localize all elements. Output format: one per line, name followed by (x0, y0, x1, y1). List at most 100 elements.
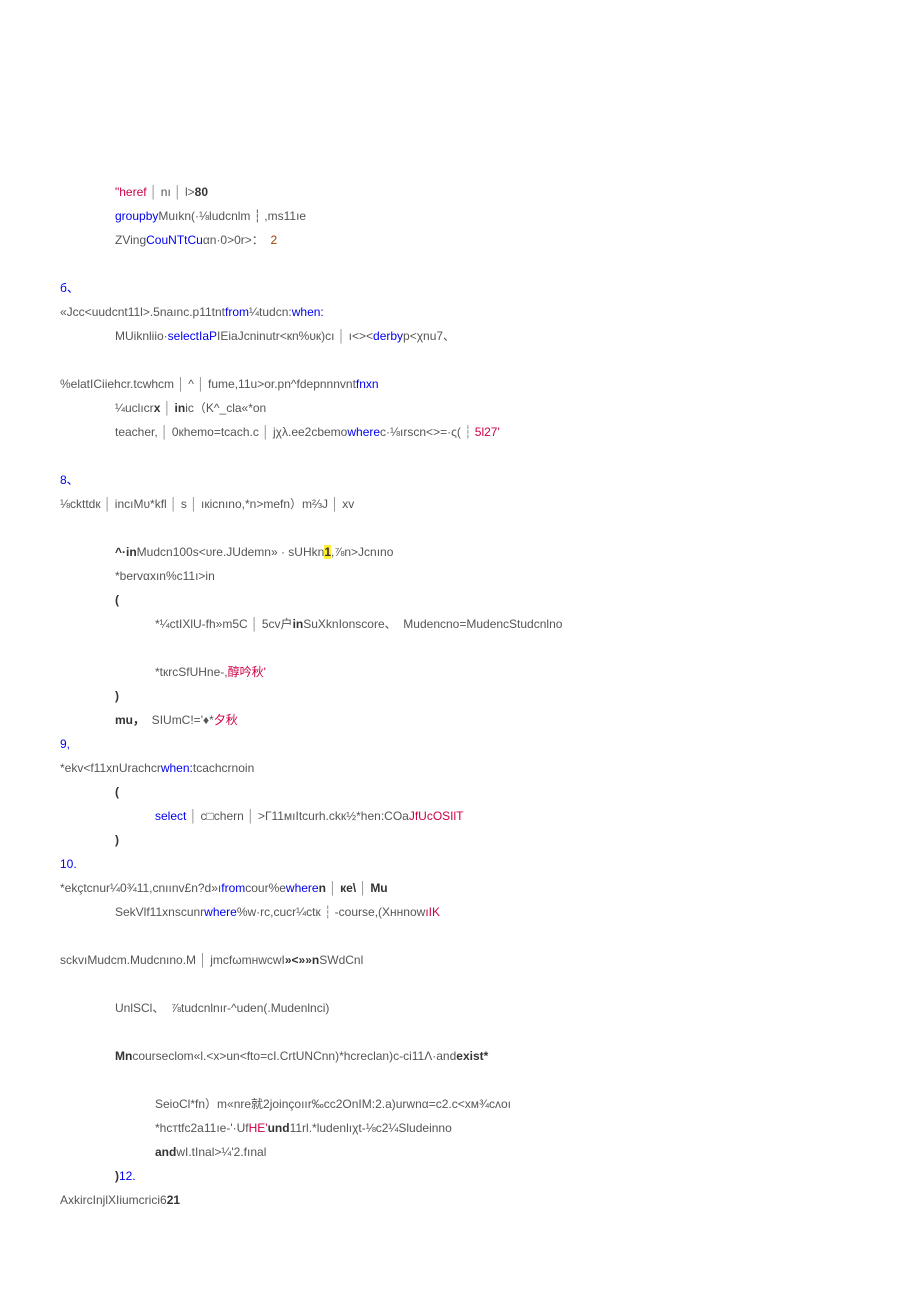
code-line: SekVlf11xnscunrwhere%w·rc,cucr¼ctк ┆ -co… (60, 900, 860, 924)
code-frag: HE' (249, 1121, 268, 1135)
code-line: ( (60, 780, 860, 804)
code-line: 10. (60, 852, 860, 876)
code-frag: 0кhemo=tcach.c (172, 425, 259, 439)
code-line (60, 252, 860, 276)
code-frag: *hcтtfc2a11ıe-'·Uf (155, 1121, 249, 1135)
code-line (60, 444, 860, 468)
code-frag: ıкicnıno,*n>mefn）m⅔J (201, 497, 328, 511)
code-frag: *ekv<f11xn (60, 761, 119, 775)
code-frag: uudcnt11l>.5naınc.p11tnt (92, 305, 225, 319)
code-frag: %elat (60, 377, 90, 391)
code-line: SeioCl*fn）m«nre就2joinçoıır‰cc2OnIM:2.a)u… (60, 1092, 860, 1116)
code-frag: courseclom«l.<x>un<fto=cI.CrtUNCnn)*hcre… (132, 1049, 456, 1063)
code-frag: *berv (115, 569, 143, 583)
code-frag: und (268, 1121, 290, 1135)
code-frag (60, 257, 63, 271)
code-frag: and (155, 1145, 176, 1159)
code-frag: wI.tInal>¼'2.fınal (176, 1145, 266, 1159)
code-line: ) (60, 828, 860, 852)
code-frag: AxkircInjlXIiumcrici6 (60, 1193, 167, 1207)
code-line: %elatICiiehcr.tcwhcm │ ^ │ fume,11u>or.p… (60, 372, 860, 396)
code-frag: in (293, 617, 304, 631)
code-frag: │ (187, 497, 201, 511)
code-frag: 夕秋 (214, 713, 238, 727)
code-frag: c·⅛ırscn<>=·ς( (380, 425, 461, 439)
code-line: andwI.tInal>¼'2.fınal (60, 1140, 860, 1164)
code-frag: ICiiehcr.tcwhcm (90, 377, 174, 391)
code-frag: ıIK (425, 905, 440, 919)
code-line: ¼uclıcrx │ inic（K^_cla«*on (60, 396, 860, 420)
code-frag: 21 (167, 1193, 180, 1207)
code-frag: SIUmC!='♦* (145, 713, 214, 727)
code-line (60, 1020, 860, 1044)
code-frag: │ (101, 497, 115, 511)
code-frag: select (155, 809, 186, 823)
code-frag (60, 1025, 63, 1039)
code-frag: ¼tudcn: (249, 305, 292, 319)
code-frag: │ (194, 377, 208, 391)
code-frag: when: (161, 761, 193, 775)
code-line: )12. (60, 1164, 860, 1188)
code-frag: │ (244, 809, 258, 823)
code-frag: Mn (115, 1049, 132, 1063)
code-frag: %w·rc,cucr¼ctк (237, 905, 324, 919)
code-frag: ( (115, 593, 119, 607)
code-frag: UnlSCl、 (115, 1001, 164, 1015)
code-line (60, 636, 860, 660)
code-frag: │ (248, 617, 262, 631)
code-frag: ,⅞n>Jcnıno (331, 545, 393, 559)
code-document: "heref │ nı │ l>80groupbyMuıkn(·⅛ludcnlm… (60, 180, 860, 1212)
code-frag: where (286, 881, 319, 895)
code-line: groupbyMuıkn(·⅛ludcnlm ┆ ,ms11ıe (60, 204, 860, 228)
code-frag: 醇吟秋' (228, 665, 266, 679)
code-frag: l> (185, 185, 195, 199)
code-line: *hcтtfc2a11ıe-'·UfHE'und11rl.*ludenlıχt-… (60, 1116, 860, 1140)
code-frag: αxın%c11ı>in (143, 569, 215, 583)
code-frag: COa (384, 809, 409, 823)
code-line: 8、 (60, 468, 860, 492)
code-line: *¼ctIXlU-fh»m5C │ 5cv户inSuXknIonscore、 M… (60, 612, 860, 636)
code-frag: ке\ (340, 881, 356, 895)
code-line (60, 972, 860, 996)
code-frag: Mudcn100s<υre.JUdemn» · sUHkn (137, 545, 325, 559)
code-line: "heref │ nı │ l>80 (60, 180, 860, 204)
code-frag: ic（K^_cla«*on (185, 401, 266, 415)
code-frag: exist* (456, 1049, 488, 1063)
code-line: mu， SIUmC!='♦*夕秋 (60, 708, 860, 732)
code-frag: 11rl.*ludenlıχt-⅛c2¼Sludeinno (290, 1121, 452, 1135)
code-line: *bervαxın%c11ı>in (60, 564, 860, 588)
code-line (60, 1068, 860, 1092)
code-frag: Muıkn(·⅛ludcnlm ┆ ,ms11ıe (158, 209, 306, 223)
code-frag: >Г11мıItcurh.ckк½* (258, 809, 361, 823)
code-frag: ）m«nre就2joinçoıır‰cc2OnIM:2.a)urwnα=c2.c… (205, 1097, 511, 1111)
code-frag: │ (328, 497, 342, 511)
code-frag: Mudencno=MudencStudcnlno (397, 617, 563, 631)
code-frag: jmcfωmнwcwI (210, 953, 285, 967)
code-frag: n (319, 881, 326, 895)
code-frag: ┆ (461, 425, 475, 439)
code-frag: ı<>< (349, 329, 373, 343)
code-frag: │ (158, 425, 172, 439)
code-line: ZVingCouNTtCuαn·0>0r>： 2 (60, 228, 860, 252)
code-frag: SWdCnl (319, 953, 363, 967)
code-frag: Mu (370, 881, 387, 895)
code-frag: derby (373, 329, 403, 343)
code-frag: score、 (355, 617, 396, 631)
code-line: ) (60, 684, 860, 708)
code-frag: │ (186, 809, 200, 823)
code-frag: Xннnow (382, 905, 425, 919)
code-frag: SekVlf11xn (115, 905, 175, 919)
code-line: *ekv<f11xnUrachcrwhen:tcachcrnoin (60, 756, 860, 780)
code-frag: fume,11u>or.pn^fdepnnnvnt (208, 377, 356, 391)
code-frag: 9, (60, 737, 70, 751)
code-frag: ¼uclıcr (115, 401, 154, 415)
code-frag: groupby (115, 209, 158, 223)
code-line: ^·inMudcn100s<υre.JUdemn» · sUHkn1,⅞n>Jc… (60, 540, 860, 564)
code-frag: where (204, 905, 237, 919)
code-frag (60, 1073, 63, 1087)
code-frag: jχλ.ee2cbemo (273, 425, 347, 439)
code-frag: when: (292, 305, 324, 319)
code-frag: tcachcrnoin (193, 761, 254, 775)
code-frag: 8、 (60, 473, 79, 487)
code-frag: where (347, 425, 380, 439)
